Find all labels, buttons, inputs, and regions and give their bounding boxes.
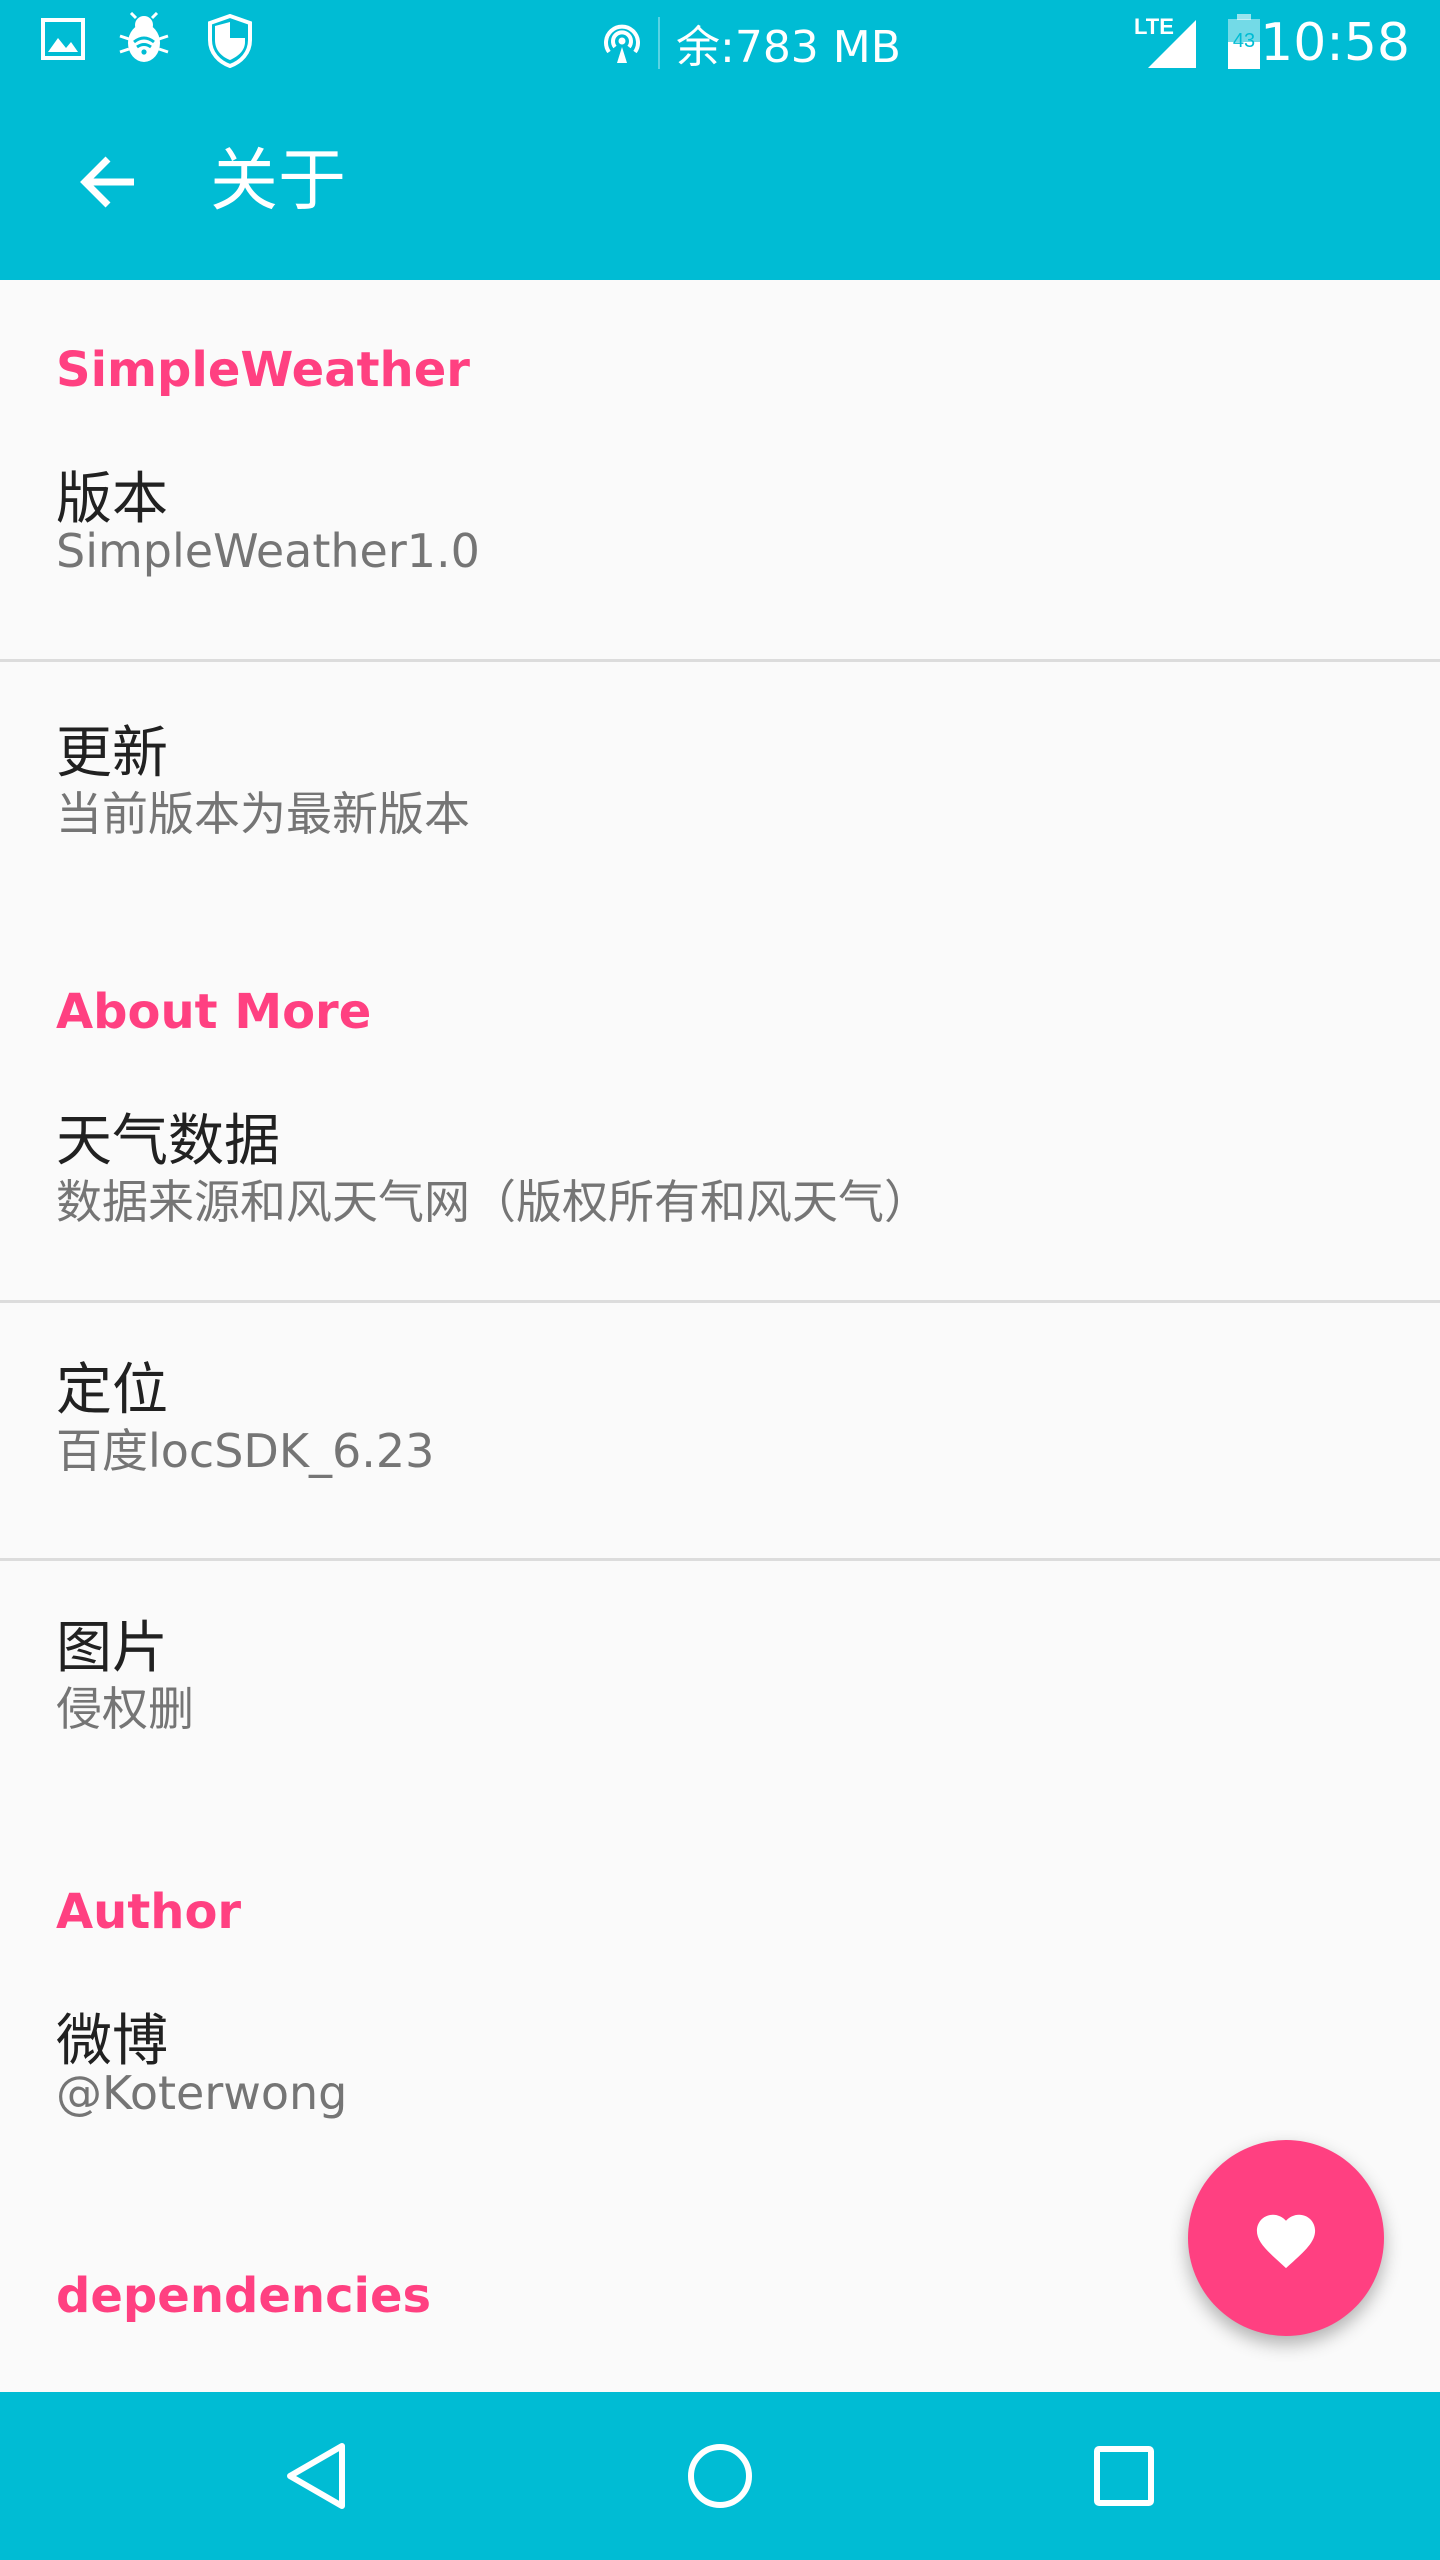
- pref-summary: 百度locSDK_6.23: [56, 1424, 435, 1478]
- clock: 10:58: [1260, 13, 1410, 73]
- page-title: 关于: [210, 142, 347, 221]
- pref-title: 更新: [56, 721, 168, 786]
- preference-list[interactable]: SimpleWeather 版本 SimpleWeather1.0 更新 当前版…: [0, 280, 1440, 2392]
- status-center: 余:783 MB: [600, 8, 901, 78]
- image-icon: [41, 18, 85, 60]
- pref-summary: SimpleWeather1.0: [56, 524, 480, 578]
- pref-summary: @Koterwong: [56, 2066, 348, 2120]
- pref-title: 图片: [56, 1616, 168, 1681]
- pref-summary: 当前版本为最新版本: [56, 787, 470, 841]
- lte-signal: LTE: [1134, 14, 1200, 70]
- hotspot-icon: [604, 24, 640, 63]
- pref-item-location[interactable]: 定位 百度locSDK_6.23: [0, 1303, 1440, 1557]
- pref-title: 天气数据: [56, 1109, 280, 1174]
- nav-recents-button[interactable]: [1064, 2416, 1184, 2536]
- pref-title: 版本: [56, 467, 168, 532]
- pref-title: 微博: [56, 2009, 168, 2074]
- app-bar: 关于: [0, 84, 1440, 280]
- pref-summary: 数据来源和风天气网（版权所有和风天气）: [56, 1175, 930, 1229]
- pref-title: 定位: [56, 1358, 168, 1423]
- category-header-author: Author: [56, 1884, 242, 1940]
- back-button[interactable]: [56, 130, 160, 234]
- arrow-back-icon: [80, 156, 134, 208]
- category-header-dependencies: dependencies: [56, 2268, 432, 2324]
- recents-square-icon: [1094, 2446, 1154, 2506]
- status-divider: [658, 17, 660, 69]
- home-circle-icon: [688, 2444, 752, 2508]
- heart-icon: [1256, 2214, 1316, 2269]
- back-triangle-icon: [287, 2443, 345, 2509]
- signal-icon: [1148, 20, 1196, 68]
- navigation-bar: [0, 2392, 1440, 2560]
- battery-level: 43: [1232, 30, 1256, 52]
- pref-item-version[interactable]: 版本 SimpleWeather1.0: [0, 430, 1440, 640]
- status-bar: 余:783 MB LTE 43 10:58: [0, 0, 1440, 84]
- category-header-about-more: About More: [56, 984, 372, 1040]
- nav-home-button[interactable]: [660, 2416, 780, 2536]
- shield-icon: [208, 14, 252, 68]
- category-header-simpleweather: SimpleWeather: [56, 342, 470, 398]
- nav-back-button[interactable]: [256, 2416, 376, 2536]
- favorite-fab-button[interactable]: [1188, 2140, 1384, 2336]
- pref-summary: 侵权删: [56, 1682, 194, 1736]
- pref-item-images[interactable]: 图片 侵权删: [0, 1561, 1440, 1815]
- bug-icon: [119, 12, 169, 62]
- pref-item-update[interactable]: 更新 当前版本为最新版本: [0, 662, 1440, 876]
- pref-item-weather-data[interactable]: 天气数据 数据来源和风天气网（版权所有和风天气）: [0, 1070, 1440, 1280]
- battery: 43: [1226, 14, 1262, 70]
- memory-text: 余:783 MB: [676, 22, 901, 73]
